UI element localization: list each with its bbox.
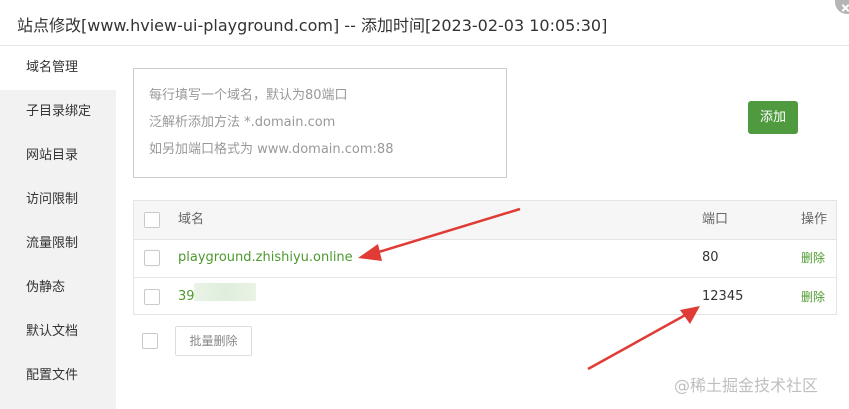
watermark: @稀土掘金技术社区 (674, 376, 819, 395)
arrow-line-to-domain (371, 207, 521, 256)
annotation-arrows (358, 207, 700, 371)
arrow-line-to-port (587, 311, 690, 371)
arrow-head-to-domain (358, 244, 382, 261)
